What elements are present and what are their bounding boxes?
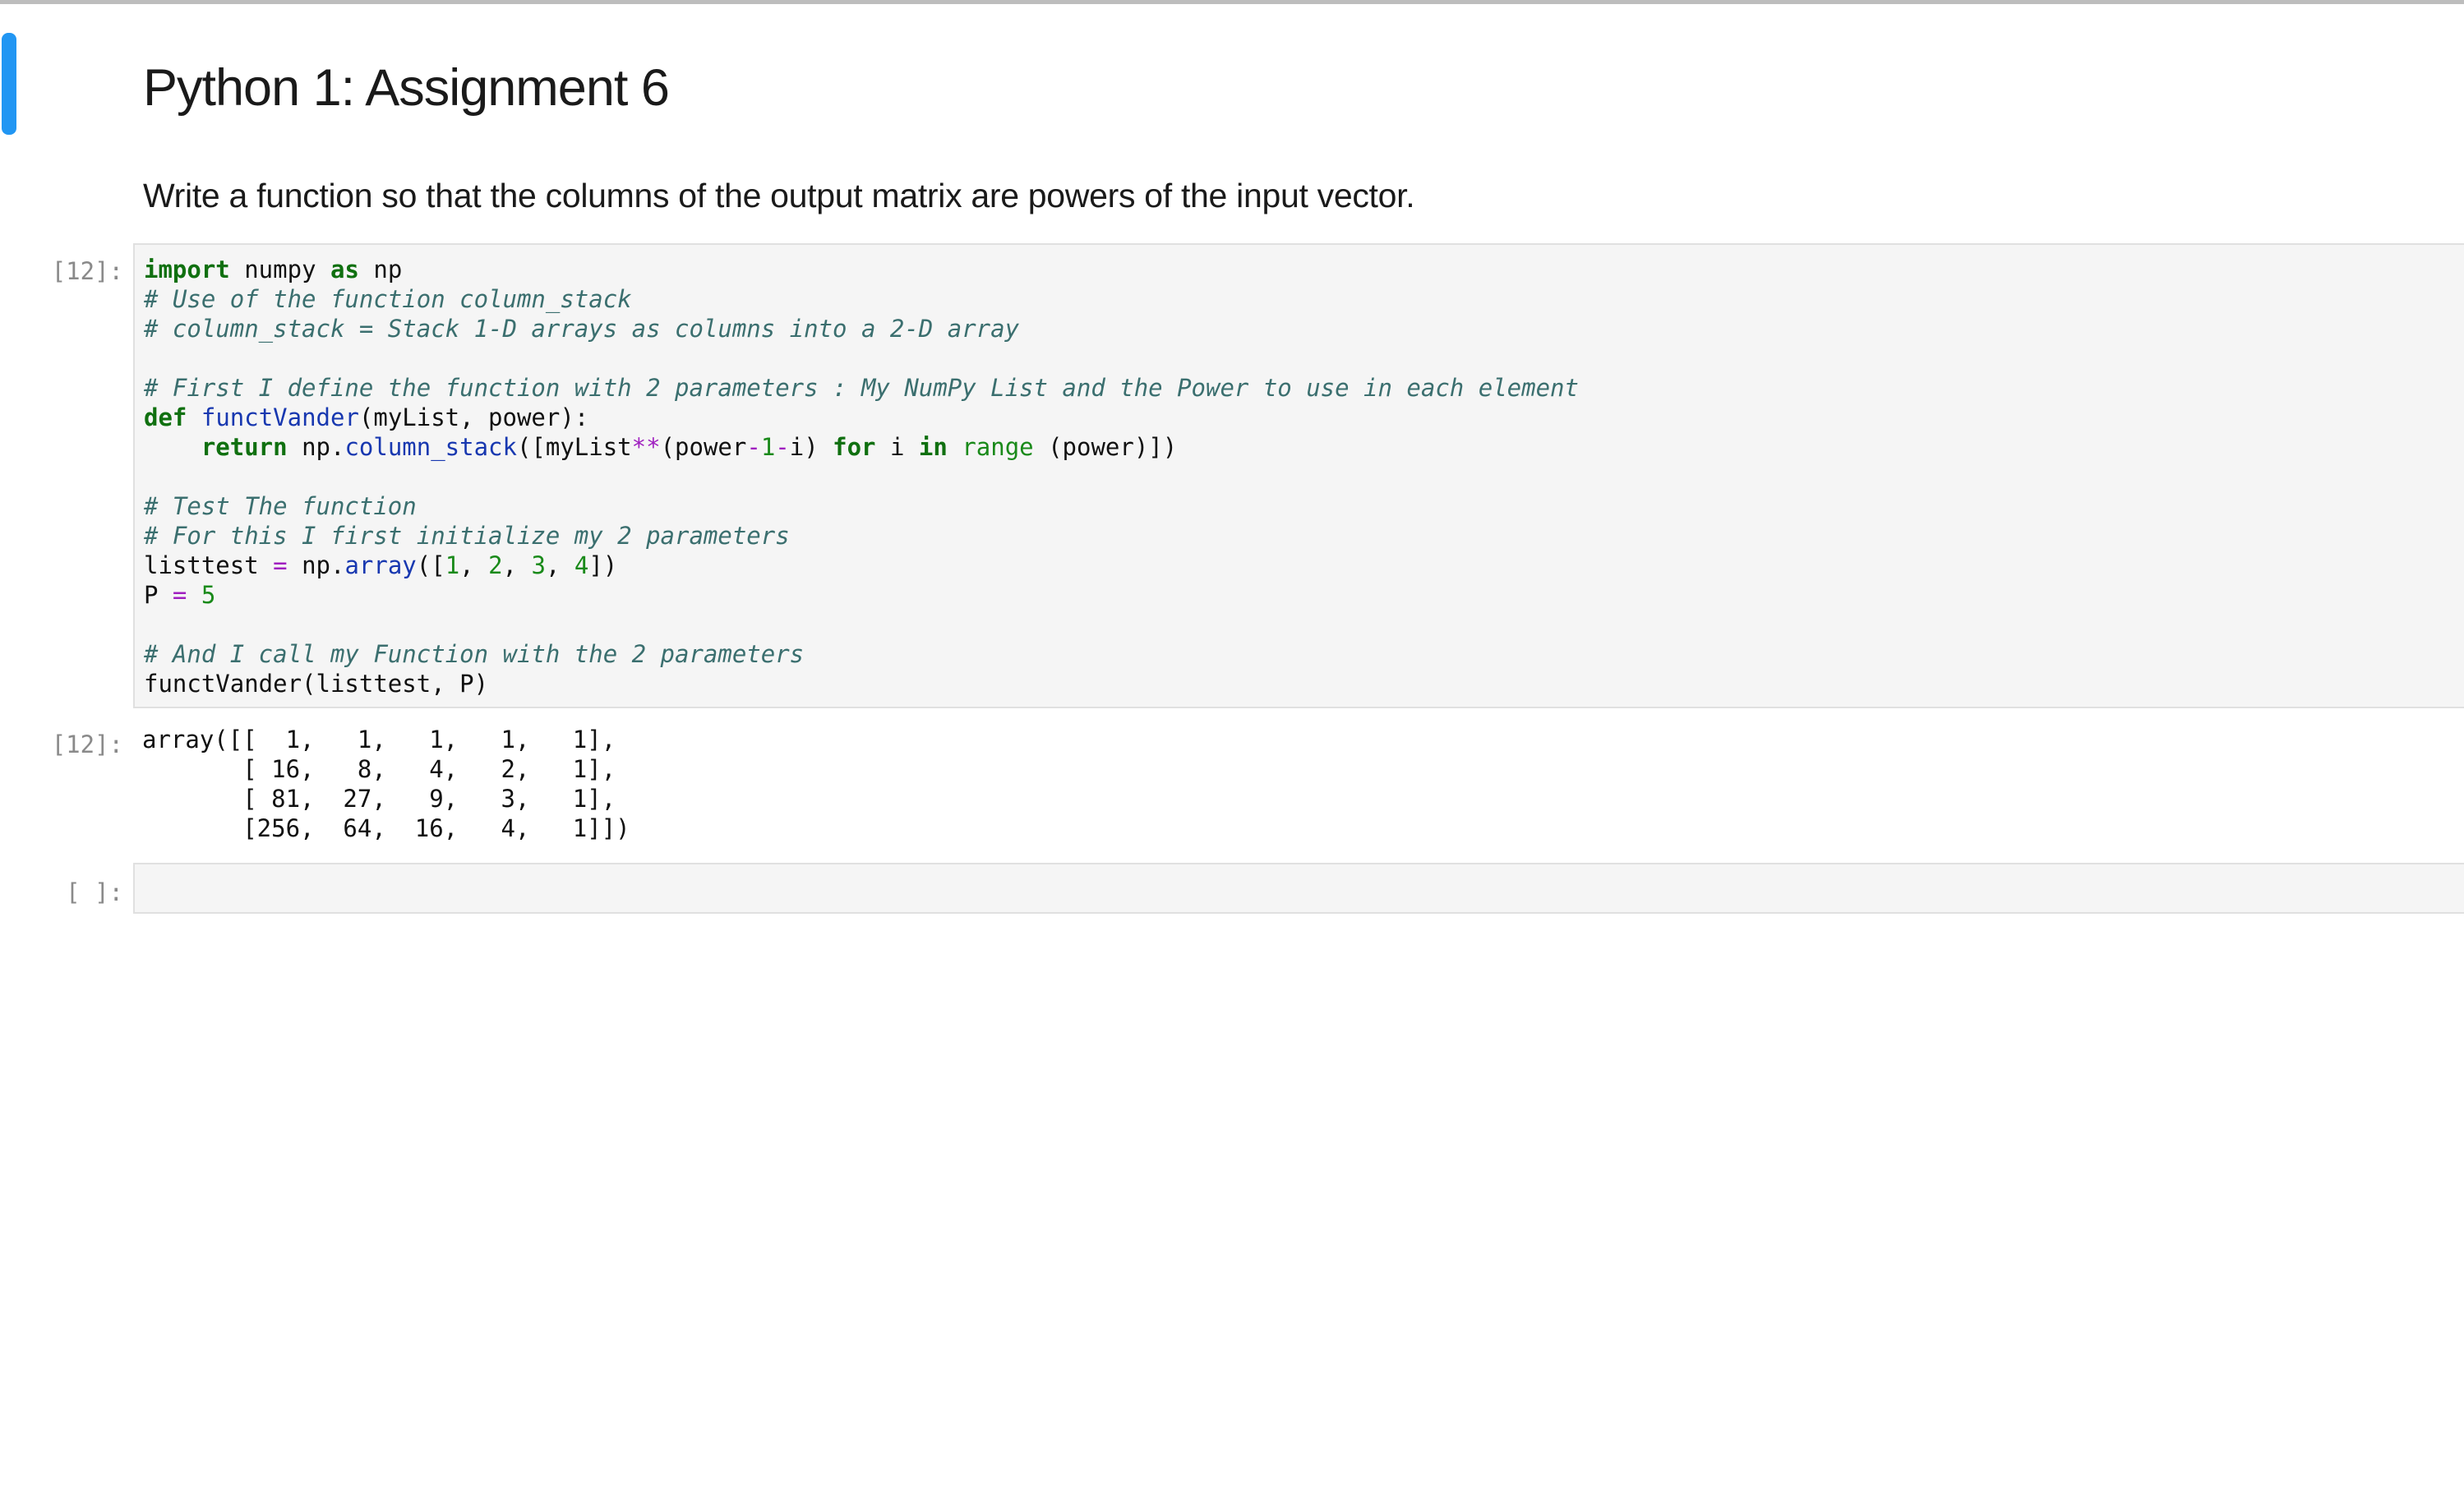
output-line: [ 16, 8, 4, 2, 1], xyxy=(142,755,616,783)
code-token: functVander xyxy=(201,403,359,431)
output-line: array([[ 1, 1, 1, 1, 1], xyxy=(142,726,616,754)
code-comment: # For this I first initialize my 2 param… xyxy=(144,522,790,550)
code-token: np xyxy=(358,256,403,283)
code-token: return xyxy=(201,433,288,461)
code-token: as xyxy=(330,256,359,283)
code-token: np. xyxy=(287,551,345,579)
markdown-cell[interactable]: Python 1: Assignment 6 Write a function … xyxy=(143,53,2362,214)
page-title: Python 1: Assignment 6 xyxy=(143,59,670,117)
code-token: range xyxy=(962,433,1034,461)
code-token: 2 xyxy=(488,551,503,579)
code-comment: # First I define the function with 2 par… xyxy=(144,374,1579,402)
code-comment: # And I call my Function with the 2 para… xyxy=(144,640,805,668)
code-cell[interactable]: import numpy as np # Use of the function… xyxy=(133,243,2464,708)
code-token: functVander(listtest, P) xyxy=(144,670,489,698)
code-token: , xyxy=(545,551,574,579)
code-token: (myList, power): xyxy=(358,403,589,431)
code-token: ([myList xyxy=(516,433,632,461)
code-editor[interactable]: import numpy as np # Use of the function… xyxy=(135,245,2464,698)
code-comment: # Use of the function column_stack xyxy=(144,285,632,313)
code-comment: # column_stack = Stack 1-D arrays as col… xyxy=(144,315,1020,343)
cell-output: array([[ 1, 1, 1, 1, 1], [ 16, 8, 4, 2, … xyxy=(142,725,630,843)
input-prompt: [12]: xyxy=(51,257,123,285)
active-cell-indicator xyxy=(2,33,16,135)
code-token: 3 xyxy=(531,551,546,579)
code-token: ([ xyxy=(416,551,445,579)
code-token: np. xyxy=(287,433,345,461)
input-prompt-empty: [ ]: xyxy=(66,878,123,906)
code-comment: # Test The function xyxy=(144,492,417,520)
code-token: for xyxy=(833,433,876,461)
code-token: 5 xyxy=(201,581,216,609)
code-token: 1 xyxy=(760,433,776,461)
code-token: , xyxy=(502,551,532,579)
output-line: [256, 64, 16, 4, 1]]) xyxy=(142,814,630,842)
code-token: i xyxy=(875,433,919,461)
code-token: numpy xyxy=(229,256,330,283)
code-token: 4 xyxy=(574,551,589,579)
code-token: column_stack xyxy=(344,433,517,461)
code-token: i) xyxy=(789,433,833,461)
code-token: array xyxy=(344,551,417,579)
code-token: - xyxy=(775,433,790,461)
code-token: - xyxy=(746,433,761,461)
output-prompt: [12]: xyxy=(51,730,123,758)
code-token: in xyxy=(918,433,948,461)
code-token: def xyxy=(144,403,187,431)
code-token: listtest xyxy=(144,551,274,579)
code-token: = xyxy=(172,581,187,609)
code-token: ]) xyxy=(588,551,618,579)
code-token: , xyxy=(459,551,489,579)
code-token: 1 xyxy=(445,551,460,579)
code-token: = xyxy=(273,551,288,579)
code-token: import xyxy=(144,256,230,283)
assignment-description: Write a function so that the columns of … xyxy=(143,177,1415,214)
code-token: (power xyxy=(660,433,747,461)
output-line: [ 81, 27, 9, 3, 1], xyxy=(142,785,616,813)
code-token: (power)]) xyxy=(1033,433,1178,461)
top-border xyxy=(0,0,2464,4)
code-token: ** xyxy=(631,433,661,461)
empty-code-cell[interactable] xyxy=(133,863,2464,914)
code-token: P xyxy=(144,581,173,609)
